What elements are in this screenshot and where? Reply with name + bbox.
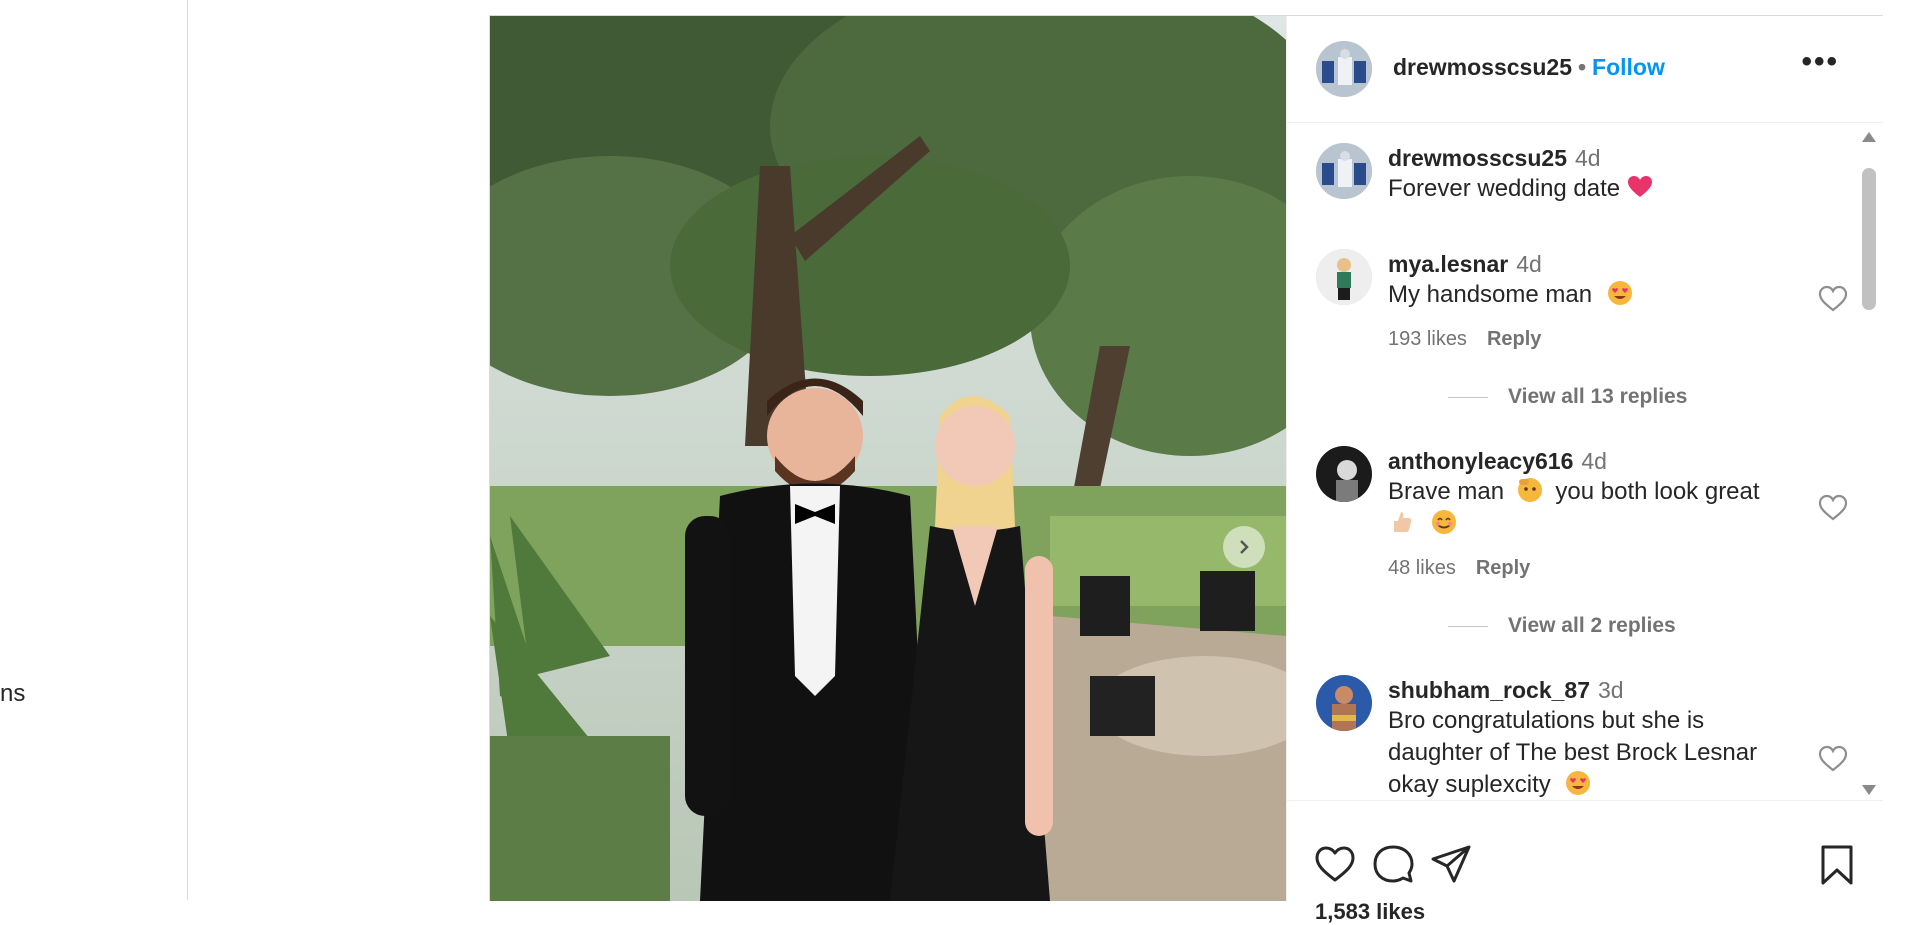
scroll-down-arrow-icon[interactable] [1862, 785, 1876, 795]
view-replies-button[interactable]: View all 13 replies [1448, 385, 1687, 409]
post-header: drewmosscsu25 • Follow ••• [1287, 16, 1883, 123]
bookmark-icon[interactable] [1815, 843, 1859, 887]
author-username[interactable]: drewmosscsu25 [1393, 54, 1572, 80]
sidebar-item-label[interactable]: ns [0, 680, 25, 708]
separator-dot: • [1577, 54, 1587, 80]
caption-username-row: drewmosscsu25 4d [1388, 145, 1601, 172]
scroll-up-arrow-icon[interactable] [1862, 132, 1876, 142]
comments-list[interactable]: drewmosscsu25 4d Forever wedding date my… [1287, 123, 1853, 799]
follow-button[interactable]: Follow [1592, 54, 1665, 80]
person-avatar-icon [1316, 675, 1372, 731]
thumbs-up-emoji-icon [1394, 512, 1412, 532]
like-comment-heart-icon[interactable] [1818, 285, 1848, 313]
post-actions: 1,583 likes [1287, 800, 1883, 924]
comment-text-part-b: you both look great [1555, 478, 1760, 505]
post-photo[interactable] [490, 16, 1286, 901]
commenter-avatar[interactable] [1316, 446, 1372, 502]
football-team-avatar-icon [1316, 143, 1372, 199]
post-sidebar: drewmosscsu25 • Follow ••• drewmosscsu25… [1286, 16, 1883, 924]
heart-icon[interactable] [1313, 843, 1357, 887]
header-username-row: drewmosscsu25 • Follow [1393, 54, 1665, 81]
author-avatar[interactable] [1316, 143, 1372, 199]
next-image-button[interactable] [1223, 526, 1265, 568]
comment-time[interactable]: 4d [1516, 251, 1542, 277]
comment-time[interactable]: 3d [1598, 677, 1624, 703]
post-modal: drewmosscsu25 • Follow ••• drewmosscsu25… [489, 15, 1883, 924]
reply-button[interactable]: Reply [1476, 557, 1530, 579]
comment-text-line: Bro congratulations but she is [1388, 707, 1705, 734]
person-avatar-icon [1316, 446, 1372, 502]
football-team-avatar-icon [1316, 41, 1372, 97]
heart-emoji-icon [1627, 176, 1652, 197]
more-options-icon[interactable]: ••• [1801, 47, 1839, 77]
like-comment-heart-icon[interactable] [1818, 745, 1848, 773]
wedding-photo-image [490, 16, 1286, 901]
comment-text-line: okay suplexcity [1388, 771, 1551, 798]
saluting-face-emoji-icon [1517, 478, 1542, 502]
comment-likes[interactable]: 48 likes [1388, 557, 1456, 579]
heart-eyes-emoji-icon [1566, 771, 1591, 795]
comment-text-row: My handsome man [1388, 279, 1808, 311]
person-avatar-icon [1316, 249, 1372, 305]
comment-username-row: shubham_rock_87 3d [1388, 677, 1624, 704]
comment-meta: 48 likes Reply [1388, 557, 1530, 580]
comment-likes[interactable]: 193 likes [1388, 328, 1467, 350]
author-avatar[interactable] [1316, 41, 1372, 97]
comment-text-line: daughter of The best Brock Lesnar [1388, 739, 1758, 766]
comment-icon[interactable] [1371, 843, 1415, 887]
comment-time[interactable]: 4d [1581, 448, 1607, 474]
comment-username[interactable]: anthonyleacy616 [1388, 448, 1573, 474]
commenter-avatar[interactable] [1316, 675, 1372, 731]
commenter-avatar[interactable] [1316, 249, 1372, 305]
left-sidebar: ns [0, 0, 188, 900]
caption-time[interactable]: 4d [1575, 145, 1601, 171]
post-likes-count[interactable]: 1,583 likes [1315, 899, 1425, 925]
comment-username-row: mya.lesnar 4d [1388, 251, 1542, 278]
paper-plane-icon[interactable] [1429, 843, 1473, 887]
comment-meta: 193 likes Reply [1388, 328, 1541, 351]
comment-username-row: anthonyleacy616 4d [1388, 448, 1607, 475]
scrollbar-thumb[interactable] [1862, 168, 1876, 310]
heart-eyes-emoji-icon [1607, 281, 1632, 305]
like-comment-heart-icon[interactable] [1818, 494, 1848, 522]
view-replies-button[interactable]: View all 2 replies [1448, 614, 1676, 638]
comment-text-row: Brave man you both look great [1388, 476, 1808, 540]
smiling-face-emoji-icon [1431, 510, 1456, 534]
comment-username[interactable]: mya.lesnar [1388, 251, 1508, 277]
comment-text: My handsome man [1388, 281, 1593, 308]
caption-text: Forever wedding date [1388, 175, 1621, 202]
chevron-right-icon [1240, 540, 1249, 554]
caption-text-row: Forever wedding date [1388, 173, 1808, 205]
reply-button[interactable]: Reply [1487, 328, 1541, 350]
caption-username[interactable]: drewmosscsu25 [1388, 145, 1567, 171]
comment-username[interactable]: shubham_rock_87 [1388, 677, 1590, 703]
comment-text-part-a: Brave man [1388, 478, 1505, 505]
comments-scrollbar[interactable] [1853, 123, 1883, 799]
comment-text-row: Bro congratulations but she is daughter … [1388, 705, 1808, 799]
